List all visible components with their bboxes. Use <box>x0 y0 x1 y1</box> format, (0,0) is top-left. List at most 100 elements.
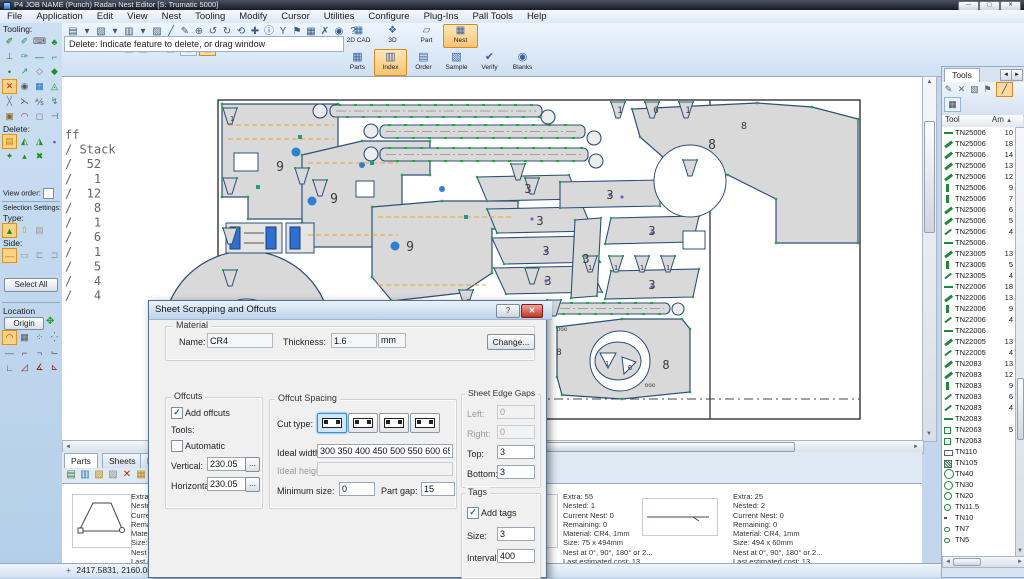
cut-type-button-2[interactable] <box>348 413 378 433</box>
dialog-help-button[interactable]: ? <box>496 304 520 318</box>
view-button-part[interactable]: ▱Part <box>409 24 444 48</box>
col-tool[interactable]: Tool <box>945 115 960 124</box>
tool-row[interactable]: TN5 <box>942 534 1015 545</box>
delete-icon[interactable]: ◮ <box>32 134 47 149</box>
tool-row[interactable]: TN40 <box>942 468 1015 479</box>
tooling-icon[interactable]: ⋋ <box>17 94 32 109</box>
tools-toolbar-icon[interactable]: ⚑ <box>981 83 994 96</box>
view-button-nest[interactable]: ▦Nest <box>443 24 478 48</box>
bottom-toolbar-icon[interactable]: ▥ <box>78 468 92 481</box>
tool-row[interactable]: TN2500613 <box>942 160 1015 171</box>
tool-row[interactable]: TN250065 <box>942 215 1015 226</box>
left-field[interactable] <box>497 405 535 419</box>
tab-sheets[interactable]: Sheets <box>102 453 142 468</box>
delete-icon[interactable]: ▪ <box>47 134 62 149</box>
tool-row[interactable]: TN2200618 <box>942 281 1015 292</box>
menu-modify[interactable]: Modify <box>232 11 274 22</box>
tooling-icon[interactable]: ▣ <box>2 109 17 124</box>
tool-row[interactable]: TN250069 <box>942 182 1015 193</box>
location-snap-icon[interactable]: ◿ <box>17 360 32 375</box>
tool-row[interactable]: TN22006 <box>942 325 1015 336</box>
delete-icon[interactable]: ▤ <box>2 134 17 149</box>
cut-type-button-4[interactable] <box>410 413 440 433</box>
delete-icon[interactable]: ✖ <box>32 149 47 164</box>
tool-row[interactable]: TN220054 <box>942 347 1015 358</box>
tooling-icon[interactable]: ▦ <box>32 79 47 94</box>
mode-button-blanks[interactable]: ◉Blanks <box>506 49 539 76</box>
tool-row[interactable]: TN2300513 <box>942 248 1015 259</box>
menu-edit[interactable]: Edit <box>90 11 120 22</box>
tooling-icon[interactable]: — <box>32 49 47 64</box>
tooling-icon[interactable]: ⌐ <box>47 49 62 64</box>
type-icon[interactable]: ⇧ <box>17 223 32 238</box>
tool-row[interactable]: TN20836 <box>942 391 1015 402</box>
menu-tooling[interactable]: Tooling <box>188 11 232 22</box>
material-name-field[interactable] <box>207 333 273 348</box>
vscroll-thumb[interactable] <box>924 121 935 233</box>
tool-row[interactable]: TN250064 <box>942 226 1015 237</box>
mode-button-sample[interactable]: ▧Sample <box>440 49 473 76</box>
menu-plug-ins[interactable]: Plug-Ins <box>417 11 466 22</box>
mode-button-verify[interactable]: ✔Verify <box>473 49 506 76</box>
tools-toolbar-icon[interactable]: ▧ <box>968 83 981 96</box>
vertical-field[interactable] <box>207 457 247 471</box>
right-field[interactable] <box>497 425 535 439</box>
add-tags-checkbox[interactable]: ✓ <box>467 507 479 519</box>
tool-row[interactable]: TN208312 <box>942 369 1015 380</box>
interval-field[interactable] <box>497 549 535 563</box>
tool-row[interactable]: TN2063 <box>942 435 1015 446</box>
tool-row[interactable]: TN220069 <box>942 303 1015 314</box>
tab-tools[interactable]: Tools <box>944 68 980 82</box>
tooling-icon[interactable]: ⌨ <box>32 34 47 49</box>
tools-vscrollbar[interactable]: ▼ <box>1015 127 1024 558</box>
tooling-icon[interactable]: ◇ <box>32 64 47 79</box>
tool-row[interactable]: TN250066 <box>942 204 1015 215</box>
tool-row[interactable]: TN7 <box>942 523 1015 534</box>
bottom-toolbar-icon[interactable]: ▤ <box>64 468 78 481</box>
location-snap-icon[interactable]: ¬ <box>32 345 47 360</box>
bottom-toolbar-icon[interactable]: ✕ <box>120 468 134 481</box>
tool-row[interactable]: TN220064 <box>942 314 1015 325</box>
menu-help[interactable]: Help <box>520 11 554 22</box>
tooling-icon[interactable]: ◆ <box>47 64 62 79</box>
tool-row[interactable]: TN20839 <box>942 380 1015 391</box>
cut-type-button-1[interactable] <box>317 413 347 433</box>
origin-button[interactable]: Origin <box>4 317 44 330</box>
location-snap-icon[interactable]: ⊾ <box>47 360 62 375</box>
location-snap-icon[interactable]: — <box>2 345 17 360</box>
location-snap-icon[interactable]: ⌙ <box>47 345 62 360</box>
ideal-widths-field[interactable] <box>317 444 453 458</box>
dialog-title[interactable]: Sheet Scrapping and Offcuts <box>149 301 552 320</box>
tool-row[interactable]: TN2500618 <box>942 138 1015 149</box>
menu-nest[interactable]: Nest <box>155 11 189 22</box>
select-all-button[interactable]: Select All <box>4 278 58 292</box>
tools-toolbar-icon[interactable]: ✕ <box>955 83 968 96</box>
tools-toolbar-icon[interactable]: ✎ <box>942 83 955 96</box>
tooling-icon[interactable]: ⊣ <box>47 109 62 124</box>
view-button-3d[interactable]: ❖3D <box>375 24 410 48</box>
location-snap-icon[interactable]: ⌐ <box>17 345 32 360</box>
part-gap-field[interactable] <box>421 482 455 496</box>
type-icon[interactable]: ▲ <box>2 223 17 238</box>
side-icon[interactable]: — <box>2 248 17 263</box>
tool-row[interactable]: TN11.5 <box>942 501 1015 512</box>
side-icon[interactable]: ⊐ <box>47 248 62 263</box>
tooling-icon[interactable]: ◠ <box>17 109 32 124</box>
origin-icon[interactable]: ✥ <box>46 316 54 327</box>
tooling-icon[interactable]: ⅍ <box>32 94 47 109</box>
tool-row[interactable]: TN2500612 <box>942 171 1015 182</box>
delete-icon[interactable]: ◭ <box>17 134 32 149</box>
tooling-icon[interactable]: ✕ <box>2 79 17 94</box>
tooling-icon[interactable]: ♣ <box>47 34 62 49</box>
tooling-icon[interactable]: ✐ <box>17 34 32 49</box>
tool-row[interactable]: TN10 <box>942 512 1015 523</box>
tool-row[interactable]: TN20834 <box>942 402 1015 413</box>
side-icon[interactable]: ▭ <box>17 248 32 263</box>
location-snap-icon[interactable]: ⁛ <box>47 330 62 345</box>
menu-cursor[interactable]: Cursor <box>274 11 317 22</box>
tools-toggle-icon[interactable]: ▦ <box>944 97 961 112</box>
automatic-checkbox[interactable] <box>171 440 183 452</box>
menu-utilities[interactable]: Utilities <box>317 11 362 22</box>
mode-button-order[interactable]: ▤Order <box>407 49 440 76</box>
tools-toggle-icon[interactable]: ╱ <box>996 82 1013 97</box>
